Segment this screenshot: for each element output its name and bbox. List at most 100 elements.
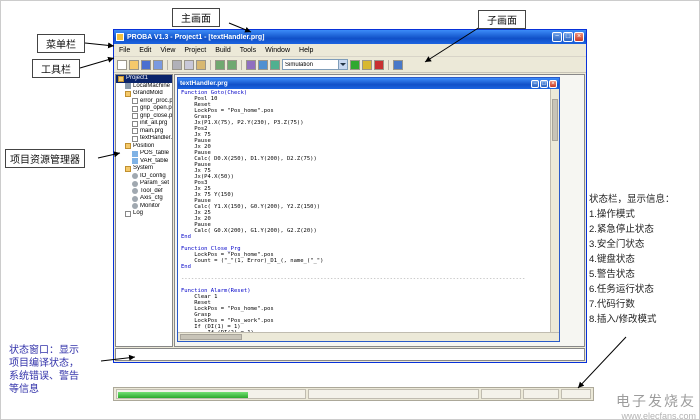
close-button[interactable]: × bbox=[574, 32, 584, 42]
menu-file[interactable]: File bbox=[119, 47, 130, 54]
tree-item[interactable]: Param_set bbox=[116, 180, 172, 188]
annotation-arrow bbox=[85, 43, 114, 46]
toolbar-combobox[interactable]: Simulation bbox=[282, 59, 348, 70]
run-icon[interactable] bbox=[350, 60, 360, 70]
annotation-arrow bbox=[80, 58, 114, 68]
help-icon[interactable] bbox=[393, 60, 403, 70]
page-icon bbox=[132, 136, 138, 142]
menu-tools[interactable]: Tools bbox=[240, 47, 256, 54]
menu-build[interactable]: Build bbox=[215, 47, 231, 54]
child-code-window[interactable]: textHandler.prg − □ × Function Goto(Chec… bbox=[177, 77, 560, 342]
status-bar-note-line: 4.键盘状态 bbox=[589, 252, 699, 267]
vertical-scrollbar[interactable] bbox=[550, 89, 559, 332]
undo-icon[interactable] bbox=[215, 60, 225, 70]
tree-item-label: error_proc.prg bbox=[140, 98, 172, 106]
tree-item[interactable]: IO_config bbox=[116, 173, 172, 181]
tree-item-label: init_all.prg bbox=[140, 120, 167, 128]
watermark-url: www.elecfans.com bbox=[616, 411, 696, 420]
progress-bar bbox=[118, 392, 248, 398]
gear-icon bbox=[132, 181, 138, 187]
project-explorer-panel[interactable]: Project1LocalMachineGrandMolderror_proc.… bbox=[115, 74, 173, 347]
code-editor[interactable]: Function Goto(Check) Posl 10 Reset LockP… bbox=[178, 89, 550, 332]
gear-icon bbox=[132, 203, 138, 209]
gear-icon bbox=[132, 173, 138, 179]
upload-icon[interactable] bbox=[270, 60, 280, 70]
status-bar-note-line: 3.安全门状态 bbox=[589, 237, 699, 252]
status-cell bbox=[308, 389, 479, 399]
build-icon[interactable] bbox=[246, 60, 256, 70]
child-minimize-button[interactable]: − bbox=[531, 80, 539, 88]
pause-icon[interactable] bbox=[362, 60, 372, 70]
tree-item[interactable]: System bbox=[116, 165, 172, 173]
tree-item-label: POS_table bbox=[140, 150, 169, 158]
maximize-button[interactable]: □ bbox=[563, 32, 573, 42]
tree-item[interactable]: error_proc.prg bbox=[116, 98, 172, 106]
status-bar-note-line: 6.任务运行状态 bbox=[589, 282, 699, 297]
gear-icon bbox=[132, 188, 138, 194]
mdi-workspace[interactable]: textHandler.prg − □ × Function Goto(Chec… bbox=[174, 74, 585, 347]
tree-item[interactable]: POS_table bbox=[116, 150, 172, 158]
minimize-button[interactable]: − bbox=[552, 32, 562, 42]
open-folder-icon[interactable] bbox=[129, 60, 139, 70]
paste-icon[interactable] bbox=[196, 60, 206, 70]
redo-icon[interactable] bbox=[227, 60, 237, 70]
toolbar-icon-group bbox=[350, 60, 403, 70]
tree-item[interactable]: Tool_def bbox=[116, 188, 172, 196]
status-window-note-line: 状态窗口：显示 bbox=[9, 344, 111, 357]
page-icon bbox=[132, 128, 138, 134]
child-close-button[interactable]: × bbox=[549, 80, 557, 88]
tree-item[interactable]: main.prg bbox=[116, 128, 172, 136]
new-file-icon[interactable] bbox=[117, 60, 127, 70]
tree-item[interactable]: LocalMachine bbox=[116, 83, 172, 91]
folder-icon bbox=[118, 76, 124, 82]
scrollbar-thumb[interactable] bbox=[180, 334, 242, 340]
download-icon[interactable] bbox=[258, 60, 268, 70]
status-output-window[interactable] bbox=[115, 348, 585, 361]
tree-item[interactable]: grip_close.prg bbox=[116, 113, 172, 121]
status-bar-note-line: 2.紧急停止状态 bbox=[589, 222, 699, 237]
status-cell bbox=[481, 389, 521, 399]
tree-item[interactable]: Log bbox=[116, 210, 172, 218]
tree-item[interactable]: VAR_table bbox=[116, 158, 172, 166]
tree-item[interactable]: textHandler.prg bbox=[116, 135, 172, 143]
cut-icon[interactable] bbox=[172, 60, 182, 70]
save-icon[interactable] bbox=[141, 60, 151, 70]
save-all-icon[interactable] bbox=[153, 60, 163, 70]
child-window-title: textHandler.prg bbox=[180, 80, 529, 87]
tree-item-label: LocalMachine bbox=[133, 83, 170, 91]
horizontal-scrollbar[interactable] bbox=[178, 332, 559, 341]
copy-icon[interactable] bbox=[184, 60, 194, 70]
tree-item[interactable]: grip_open.prg bbox=[116, 105, 172, 113]
callout-sub-screen: 子画面 bbox=[478, 10, 526, 29]
tree-item[interactable]: Monitor bbox=[116, 203, 172, 211]
tree-item[interactable]: Project1 bbox=[116, 75, 172, 83]
annotated-screenshot-page: 主画面 子画面 菜单栏 工具栏 项目资源管理器 状态窗口：显示项目编译状态，系统… bbox=[0, 0, 700, 420]
tree-item[interactable]: init_all.prg bbox=[116, 120, 172, 128]
child-title-bar[interactable]: textHandler.prg − □ × bbox=[178, 78, 559, 89]
status-window-note-line: 系统错误、警告 bbox=[9, 370, 111, 383]
toolbar-icon-group bbox=[117, 60, 280, 70]
project-tree: Project1LocalMachineGrandMolderror_proc.… bbox=[116, 75, 172, 218]
child-maximize-button[interactable]: □ bbox=[540, 80, 548, 88]
window-title: PROBA V1.3 - Project1 - [textHandler.prg… bbox=[127, 34, 549, 41]
status-bar-note: 状态栏，显示信息：1.操作模式2.紧急停止状态3.安全门状态4.键盘状态5.警告… bbox=[589, 192, 699, 327]
tree-item[interactable]: Axis_cfg bbox=[116, 195, 172, 203]
menu-window[interactable]: Window bbox=[265, 47, 290, 54]
main-application-window: PROBA V1.3 - Project1 - [textHandler.prg… bbox=[113, 29, 587, 363]
stop-icon[interactable] bbox=[374, 60, 384, 70]
title-bar[interactable]: PROBA V1.3 - Project1 - [textHandler.prg… bbox=[114, 30, 586, 44]
status-bar-note-line: 7.代码行数 bbox=[589, 297, 699, 312]
menu-view[interactable]: View bbox=[160, 47, 175, 54]
menu-project[interactable]: Project bbox=[184, 47, 206, 54]
tree-item-label: Monitor bbox=[140, 203, 160, 211]
tree-item[interactable]: Position bbox=[116, 143, 172, 151]
tree-item[interactable]: GrandMold bbox=[116, 90, 172, 98]
chevron-down-icon[interactable] bbox=[338, 60, 347, 69]
menu-edit[interactable]: Edit bbox=[139, 47, 151, 54]
menu-help[interactable]: Help bbox=[299, 47, 313, 54]
tree-item-label: Position bbox=[133, 143, 154, 151]
toolbar: Simulation bbox=[114, 57, 586, 73]
scrollbar-thumb[interactable] bbox=[552, 99, 558, 141]
table-icon bbox=[132, 151, 138, 157]
computer-icon bbox=[125, 83, 131, 89]
